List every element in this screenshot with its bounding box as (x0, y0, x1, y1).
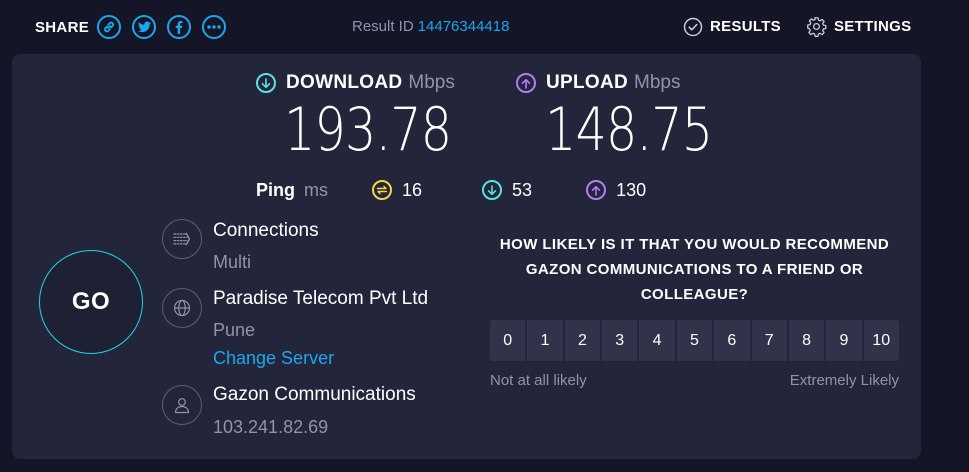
ping-upload-value: 130 (616, 179, 647, 200)
download-arrow-icon (256, 73, 276, 93)
upload-label: UPLOAD (546, 72, 629, 93)
survey-question: HOW LIKELY IS IT THAT YOU WOULD RECOMMEN… (499, 236, 890, 303)
ping-row: Ping ms 16 53 130 (256, 178, 679, 202)
upload-value: 148.75 (545, 95, 713, 165)
rating-option[interactable]: 5 (676, 320, 713, 361)
go-button[interactable]: GO (39, 250, 143, 354)
change-server-link[interactable]: Change Server (213, 348, 334, 369)
result-id-label: Result ID (352, 18, 414, 35)
scale-low-label: Not at all likely (490, 372, 587, 389)
rating-option[interactable]: 0 (490, 320, 526, 361)
rating-option[interactable]: 10 (863, 320, 899, 361)
twitter-icon[interactable] (132, 15, 157, 39)
share-label: SHARE (35, 18, 90, 36)
share-group: SHARE (35, 12, 237, 42)
connections-icon (162, 219, 202, 259)
ping-upload: 130 (586, 180, 646, 201)
rating-option[interactable]: 6 (714, 320, 750, 361)
result-id-value[interactable]: 14476344418 (418, 18, 510, 35)
idle-latency-icon (372, 180, 392, 200)
results-button[interactable]: RESULTS (682, 16, 781, 37)
upload-unit: Mbps (634, 72, 681, 93)
top-bar: SHARE Result ID 14476344418 RESULTS SETTI… (0, 0, 969, 54)
more-icon[interactable] (202, 15, 227, 39)
rating-option[interactable]: 2 (564, 320, 601, 361)
rating-option[interactable]: 4 (639, 320, 675, 361)
rating-option[interactable]: 3 (602, 320, 638, 361)
globe-icon (162, 288, 202, 328)
download-label: DOWNLOAD (286, 72, 403, 93)
upload-arrow-icon (516, 73, 536, 93)
settings-label: SETTINGS (834, 18, 912, 35)
user-icon (162, 385, 202, 425)
rating-option[interactable]: 7 (751, 320, 787, 361)
isp-name: Gazon Communications (213, 384, 416, 405)
facebook-icon[interactable] (167, 15, 192, 39)
rating-scale: 0 1 2 3 4 5 6 7 8 9 10 (490, 320, 899, 361)
server-location: Pune (213, 320, 256, 340)
results-panel: DOWNLOAD Mbps 193.78 UPLOAD Mbps 148.75 … (12, 54, 921, 459)
ip-address: 103.241.82.69 (213, 417, 329, 437)
ping-download: 53 (482, 180, 532, 201)
connections-title: Connections (213, 220, 319, 241)
ping-download-value: 53 (512, 179, 533, 200)
rating-option[interactable]: 1 (527, 320, 563, 361)
download-latency-icon (482, 180, 503, 200)
connections-value: Multi (213, 252, 252, 272)
link-icon[interactable] (97, 15, 122, 39)
ping-idle-value: 16 (402, 179, 423, 200)
gear-icon (806, 16, 827, 37)
ping-idle: 16 (372, 180, 422, 201)
download-header: DOWNLOAD Mbps (256, 72, 455, 94)
results-label: RESULTS (710, 18, 781, 35)
download-unit: Mbps (408, 72, 455, 93)
settings-button[interactable]: SETTINGS (806, 16, 911, 37)
scale-high-label: Extremely Likely (789, 372, 899, 389)
download-value: 193.78 (284, 95, 452, 165)
rating-option[interactable]: 8 (788, 320, 825, 361)
rating-option[interactable]: 9 (826, 320, 862, 361)
check-circle-icon (682, 16, 703, 37)
upload-header: UPLOAD Mbps (516, 72, 681, 94)
ping-unit: ms (304, 179, 328, 200)
ping-label: Ping (256, 179, 295, 200)
server-name: Paradise Telecom Pvt Ltd (213, 288, 429, 309)
result-id: Result ID 14476344418 (352, 18, 509, 35)
upload-latency-icon (586, 180, 607, 200)
